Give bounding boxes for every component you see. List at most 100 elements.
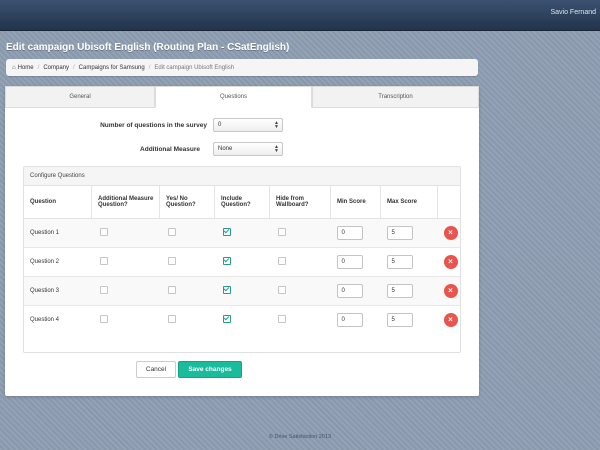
cell-question-name: Question 4 [24, 305, 92, 334]
col-yes-no: Yes/ No Question? [159, 186, 215, 219]
tab-general[interactable]: General [5, 86, 155, 108]
cell-max-score: 5 [380, 276, 438, 306]
cell-yesno [159, 276, 215, 306]
footer-copyright: © Drive Satisfaction 2013 [268, 434, 332, 440]
cell-yesno [159, 305, 215, 334]
additional-checkbox[interactable] [99, 257, 108, 265]
breadcrumb-separator: / [37, 64, 40, 71]
cell-include [214, 218, 270, 248]
include-checkbox[interactable] [222, 228, 231, 236]
additional-measure-value: None [218, 146, 233, 152]
table-row: Question 4 0 5 × [24, 305, 460, 334]
cell-question-name: Question 3 [24, 276, 92, 306]
col-hide-wallboard: Hide from Wallboard? [269, 186, 331, 219]
question-name: Question 2 [30, 259, 60, 265]
cell-min-score: 0 [330, 305, 381, 334]
cell-max-score: 5 [380, 218, 438, 248]
cell-min-score: 0 [330, 247, 381, 277]
cell-delete: × [437, 305, 460, 334]
breadcrumb-separator: / [148, 64, 151, 71]
breadcrumb-current: Edit campaign Ubisoft English [154, 64, 235, 71]
tab-transcription[interactable]: Transcription [312, 86, 479, 108]
cell-question-name: Question 2 [24, 247, 92, 277]
question-name: Question 4 [30, 317, 60, 323]
campaign-edit-panel: General Questions Transcription Number o… [5, 86, 479, 396]
min-score-input[interactable]: 0 [336, 255, 363, 269]
home-icon[interactable]: ⌂ [12, 65, 16, 71]
cell-hide [269, 305, 331, 334]
breadcrumb-separator: / [73, 64, 75, 71]
cell-additional [91, 305, 160, 334]
include-checkbox[interactable] [222, 286, 231, 294]
include-checkbox[interactable] [222, 315, 231, 323]
additional-checkbox[interactable] [99, 315, 108, 323]
remove-icon[interactable]: × [443, 313, 458, 327]
question-name: Question 3 [30, 288, 60, 294]
num-questions-value: 0 [218, 122, 222, 128]
cell-yesno [159, 247, 215, 277]
cancel-button[interactable]: Cancel [136, 361, 176, 378]
cell-max-score: 5 [380, 247, 438, 277]
min-score-input[interactable]: 0 [336, 284, 363, 298]
max-score-input[interactable]: 5 [386, 284, 413, 298]
yesno-checkbox[interactable] [167, 286, 176, 294]
min-score-input[interactable]: 0 [336, 226, 363, 240]
tab-questions[interactable]: Questions [155, 86, 312, 108]
include-checkbox[interactable] [222, 257, 231, 265]
col-include: Include Question? [214, 186, 270, 219]
hide-checkbox[interactable] [277, 315, 286, 323]
configure-questions-header: Configure Questions [24, 167, 460, 186]
cell-delete: × [437, 276, 460, 306]
yesno-checkbox[interactable] [167, 257, 176, 265]
remove-icon[interactable]: × [443, 284, 458, 298]
cell-delete: × [437, 247, 460, 277]
min-score-input[interactable]: 0 [336, 313, 363, 327]
cell-include [214, 305, 270, 334]
max-score-input[interactable]: 5 [386, 313, 413, 327]
cell-include [214, 276, 270, 306]
page-title: Edit campaign Ubisoft English (Routing P… [6, 42, 290, 53]
breadcrumb-campaigns[interactable]: Campaigns for Samsung [79, 65, 145, 71]
hide-checkbox[interactable] [277, 257, 286, 265]
additional-checkbox[interactable] [99, 286, 108, 294]
col-min-score: Min Score [330, 186, 381, 219]
remove-icon[interactable]: × [443, 255, 458, 269]
additional-measure-label: Additional Measure [140, 146, 200, 153]
tab-bar: General Questions Transcription [5, 86, 479, 108]
cell-include [214, 247, 270, 277]
col-additional-measure: Additional Measure Question? [91, 186, 160, 219]
cell-additional [91, 218, 160, 248]
yesno-checkbox[interactable] [167, 315, 176, 323]
cell-min-score: 0 [330, 218, 381, 248]
table-row: Question 3 0 5 × [24, 276, 460, 306]
user-name[interactable]: Savio Fernand [550, 9, 596, 16]
cell-question-name: Question 1 [24, 218, 92, 248]
num-questions-select[interactable]: 0 ▲ ▼ [213, 118, 283, 132]
max-score-input[interactable]: 5 [386, 255, 413, 269]
cell-additional [91, 276, 160, 306]
top-navbar: Savio Fernand [0, 0, 600, 31]
breadcrumb-home[interactable]: Home [18, 65, 34, 71]
max-score-input[interactable]: 5 [386, 226, 413, 240]
hide-checkbox[interactable] [277, 286, 286, 294]
table-row: Question 1 0 5 × [24, 218, 460, 248]
configure-questions-box: Configure Questions Question Additional … [23, 166, 461, 353]
updown-arrows-icon: ▲ ▼ [274, 120, 279, 130]
num-questions-label: Number of questions in the survey [100, 122, 207, 129]
save-changes-button[interactable]: Save changes [178, 361, 242, 378]
remove-icon[interactable]: × [443, 226, 458, 240]
additional-checkbox[interactable] [99, 228, 108, 236]
cell-hide [269, 247, 331, 277]
breadcrumb-company[interactable]: Company [43, 65, 69, 71]
cell-additional [91, 247, 160, 277]
cell-min-score: 0 [330, 276, 381, 306]
breadcrumb: ⌂ Home / Company / Campaigns for Samsung… [6, 59, 478, 76]
cell-delete: × [437, 218, 460, 248]
table-row: Question 2 0 5 × [24, 247, 460, 277]
question-name: Question 1 [30, 230, 60, 236]
additional-measure-select[interactable]: None ▲ ▼ [213, 142, 283, 156]
questions-table: Question Additional Measure Question? Ye… [24, 186, 460, 334]
hide-checkbox[interactable] [277, 228, 286, 236]
yesno-checkbox[interactable] [167, 228, 176, 236]
cell-hide [269, 218, 331, 248]
